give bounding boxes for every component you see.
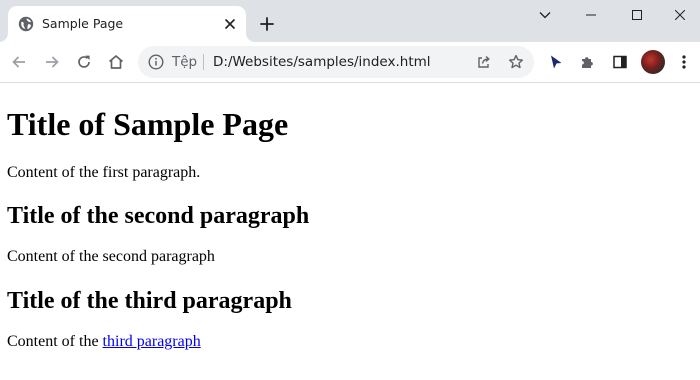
page-favicon-icon <box>18 16 34 32</box>
star-icon[interactable] <box>504 50 528 74</box>
url-scheme-label: Tệp <box>172 54 198 70</box>
avatar[interactable] <box>641 50 665 74</box>
paragraph-2: Content of the second paragraph <box>7 248 215 265</box>
plus-icon[interactable] <box>256 13 278 35</box>
paragraph-1: Content of the first paragraph. <box>7 164 201 181</box>
share-icon[interactable] <box>472 50 496 74</box>
chevron-down-icon[interactable] <box>522 0 568 30</box>
back-arrow-icon[interactable] <box>5 48 33 76</box>
info-icon[interactable] <box>148 54 164 70</box>
paragraph-3: Content of the third paragraph <box>7 333 201 351</box>
address-bar[interactable]: Tệp D:/Websites/samples/index.html <box>138 46 534 78</box>
reload-icon[interactable] <box>70 48 98 76</box>
tab-sample-page[interactable]: Sample Page <box>8 6 246 42</box>
close-window-icon[interactable] <box>660 0 700 30</box>
tab-title: Sample Page <box>42 16 124 31</box>
puzzle-icon[interactable] <box>574 48 602 76</box>
cursor-extension-icon[interactable] <box>542 48 570 76</box>
side-panel-icon[interactable] <box>606 48 634 76</box>
heading-second-paragraph: Title of the second paragraph <box>7 203 310 229</box>
tab-strip: Sample Page <box>0 0 700 42</box>
url-separator <box>203 54 204 70</box>
kebab-menu-icon[interactable] <box>670 48 698 76</box>
home-icon[interactable] <box>102 48 130 76</box>
page-title: Title of Sample Page <box>7 106 289 142</box>
heading-third-paragraph: Title of the third paragraph <box>7 288 292 314</box>
maximize-icon[interactable] <box>614 0 660 30</box>
forward-arrow-icon[interactable] <box>38 48 66 76</box>
minimize-icon[interactable] <box>568 0 614 30</box>
paragraph-3-text: Content of the <box>7 333 103 350</box>
browser-toolbar: Tệp D:/Websites/samples/index.html <box>0 42 700 83</box>
third-paragraph-link[interactable]: third paragraph <box>103 333 201 350</box>
close-icon[interactable] <box>220 14 240 34</box>
url-text[interactable]: D:/Websites/samples/index.html <box>213 54 431 70</box>
